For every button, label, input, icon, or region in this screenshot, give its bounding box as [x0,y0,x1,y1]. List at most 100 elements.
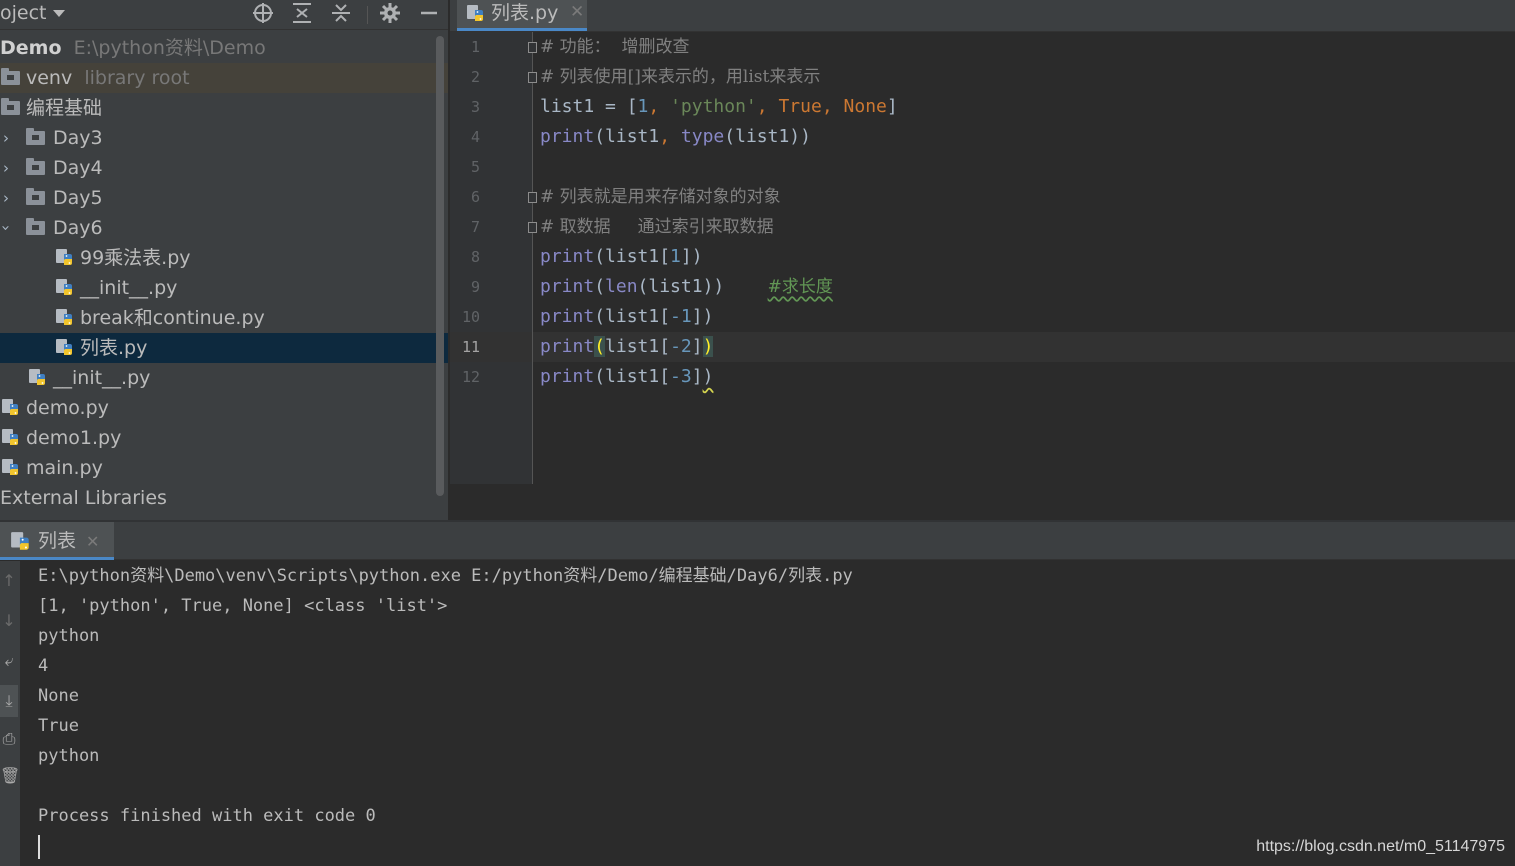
project-view-selector[interactable]: oject [0,0,65,30]
close-icon[interactable]: ✕ [86,522,99,562]
folder-icon [26,128,45,145]
folder-icon [1,98,20,115]
code-text: list1[ [605,336,671,357]
python-file-icon [55,308,75,328]
tree-item-external-libraries[interactable]: External Libraries [0,483,448,513]
code-line: print(list1[1]) [540,242,703,272]
project-view-title: oject [0,2,47,24]
code-builtin: print [540,246,595,267]
code-comma: , [756,96,779,117]
gear-icon[interactable] [378,1,402,25]
line-number: 5 [470,158,480,176]
tree-item-label: Demo [0,37,62,59]
code-number: -2 [670,336,692,357]
arrow-up-icon[interactable]: ↑ [0,571,18,595]
toolbar-divider [367,6,368,24]
tree-item-file[interactable]: __init__.py [0,363,448,393]
code-text: (list1)) [637,276,725,297]
text-caret [38,835,40,859]
line-number: 6 [470,188,480,206]
code-comment: # 列表使用[]来表示的，用list来表示 [540,67,821,87]
fold-marker-icon[interactable] [528,192,537,203]
console-line: 4 [38,656,49,676]
tree-item-file-selected[interactable]: 列表.py [0,333,448,363]
code-text: ]) [691,306,714,327]
code-line: print(list1, type(list1)) [540,122,811,152]
soft-wrap-icon[interactable]: ⤶ [0,651,18,675]
tab-list-py[interactable]: 列表.py ✕ [457,0,587,31]
chevron-right-icon[interactable]: › [0,123,12,153]
console-line: None [38,686,79,706]
tree-item-file[interactable]: main.py [0,453,448,483]
folder-icon [1,68,20,85]
collapse-all-icon[interactable] [329,1,353,25]
chevron-down-icon[interactable]: › [0,222,21,234]
code-builtin: print [540,276,595,297]
run-tab-label: 列表 [38,530,77,552]
project-panel: oject Demo E:\python资料\Demo venv library… [0,0,448,520]
fold-marker-icon[interactable] [528,72,537,83]
trash-icon[interactable]: 🗑 [0,766,20,790]
code-text: ] [691,336,703,357]
close-icon[interactable]: ✕ [570,0,584,25]
line-number: 10 [461,308,480,326]
code-comma: , [648,96,671,117]
code-text: (list1[ [594,306,671,327]
tree-item-day4[interactable]: › Day4 [0,153,448,183]
expand-all-icon[interactable] [290,1,314,25]
console-line: python [38,746,100,766]
hide-panel-icon[interactable] [417,1,441,25]
console-line: E:\python资料\Demo\venv\Scripts\python.exe… [38,566,853,586]
code-line: # 列表使用[]来表示的，用list来表示 [540,62,820,92]
tree-root-demo[interactable]: Demo E:\python资料\Demo [0,33,448,63]
tree-item-label: break和continue.py [80,307,265,329]
arrow-down-icon[interactable]: ↓ [0,611,18,635]
code-keyword: None [843,96,887,117]
line-number: 2 [470,68,480,86]
fold-marker-icon[interactable] [528,222,537,233]
run-toolbar: ↑ ↓ ⤶ ⤓ ⎙ 🗑 [0,561,20,866]
scroll-to-end-icon[interactable]: ⤓ [0,685,18,717]
fold-marker-icon[interactable] [528,42,537,53]
tree-item-label: demo.py [26,397,109,419]
run-console[interactable]: E:\python资料\Demo\venv\Scripts\python.exe… [20,561,1515,866]
tree-item-file[interactable]: break和continue.py [0,303,448,333]
tree-item-day5[interactable]: › Day5 [0,183,448,213]
watermark: https://blog.csdn.net/m0_51147975 [1256,838,1505,855]
tree-item-file[interactable]: demo.py [0,393,448,423]
code-line: # 取数据 通过索引来取数据 [540,212,774,242]
matched-paren: ( [594,336,606,357]
code-comma: , [659,126,681,147]
print-icon[interactable]: ⎙ [0,729,18,753]
console-line: [1, 'python', True, None] <class 'list'> [38,596,448,616]
code-builtin: type [680,126,725,147]
chevron-right-icon[interactable]: › [0,183,12,213]
tree-item-venv[interactable]: venv library root [0,63,448,93]
line-number: 1 [470,38,480,56]
tree-item-label: 99乘法表.py [80,247,191,269]
chevron-right-icon[interactable]: › [0,153,12,183]
gutter-divider [532,32,533,484]
tree-item-day3[interactable]: › Day3 [0,123,448,153]
tree-item-file[interactable]: 99乘法表.py [0,243,448,273]
tree-item-label: __init__.py [53,367,151,389]
editor-empty-area [450,484,1515,520]
locate-file-icon[interactable] [251,1,275,25]
run-tab[interactable]: 列表 ✕ [0,522,114,560]
tree-item-file[interactable]: demo1.py [0,423,448,453]
tree-item-day6[interactable]: › Day6 [0,213,448,243]
tree-item-hint: library root [84,67,190,89]
tree-item-file[interactable]: __init__.py [0,273,448,303]
python-file-icon [1,398,21,418]
chevron-down-icon [52,10,65,17]
code-editor[interactable]: 1 2 3 4 5 6 7 8 9 10 11 12 # 功能： 增删改查 # … [450,32,1515,484]
console-line: Process finished with exit code 0 [38,806,376,826]
tree-item-programming-basics[interactable]: 编程基础 [0,93,448,123]
folder-icon [26,158,45,175]
code-comment: # 列表就是用来存储对象的对象 [540,187,781,207]
line-number: 4 [470,128,480,146]
code-builtin: print [540,126,595,147]
code-comment: # 取数据 通过索引来取数据 [540,217,774,237]
project-scrollbar[interactable] [436,36,444,496]
